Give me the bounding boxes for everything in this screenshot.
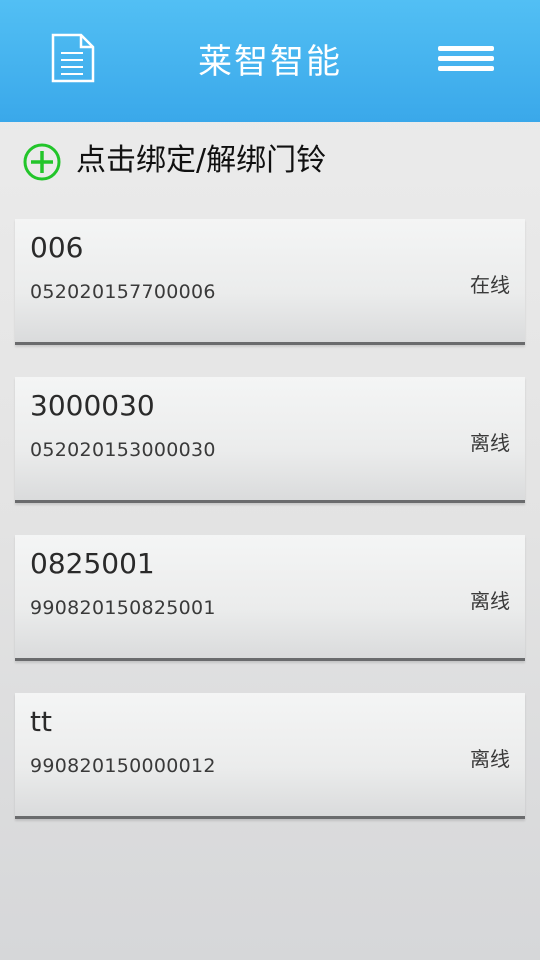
app-header: 莱智智能 [0,0,540,122]
device-status: 在线 [470,273,510,297]
device-id: 052020153000030 [30,439,216,461]
device-card[interactable]: tt 990820150000012 离线 [15,693,525,819]
device-card[interactable]: 0825001 990820150825001 离线 [15,535,525,661]
device-id: 052020157700006 [30,281,216,303]
device-status: 离线 [470,747,510,771]
device-status: 离线 [470,431,510,455]
device-id: 990820150825001 [30,597,216,619]
bind-doorbell-label: 点击绑定/解绑门铃 [76,143,327,178]
device-status: 离线 [470,589,510,613]
device-name: 006 [30,231,84,264]
menu-button[interactable] [438,44,496,74]
device-name: 3000030 [30,389,155,422]
menu-icon [438,46,494,51]
device-id: 990820150000012 [30,755,216,777]
menu-icon-bar [438,56,494,61]
menu-icon-bar [438,66,494,71]
bind-doorbell-button[interactable]: 点击绑定/解绑门铃 [0,132,540,190]
device-name: tt [30,705,52,738]
device-card[interactable]: 3000030 052020153000030 离线 [15,377,525,503]
device-name: 0825001 [30,547,155,580]
add-circle-icon [23,143,61,181]
device-card[interactable]: 006 052020157700006 在线 [15,219,525,345]
